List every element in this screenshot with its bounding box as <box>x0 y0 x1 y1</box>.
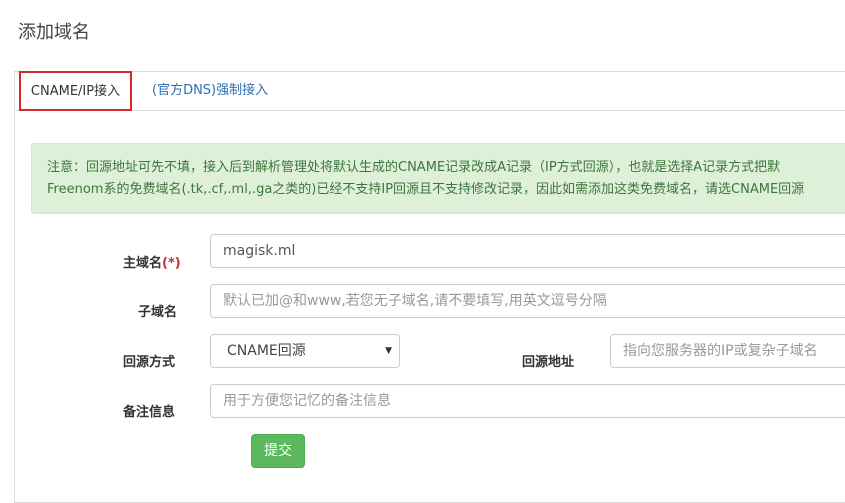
caret-down-icon: ▼ <box>385 346 392 356</box>
add-domain-panel: CNAME/IP接入 (官方DNS)强制接入 注意：回源地址可先不填，接入后到解… <box>14 71 845 503</box>
subdomain-input[interactable] <box>210 284 845 318</box>
main-domain-label: 主域名(*) <box>123 252 181 271</box>
origin-address-label: 回源地址 <box>522 355 575 370</box>
main-domain-label-text: 主域名 <box>123 256 163 271</box>
tab-cname-ip[interactable]: CNAME/IP接入 <box>19 71 132 111</box>
origin-address-input[interactable] <box>610 334 845 368</box>
notice-line-1: 注意：回源地址可先不填，接入后到解析管理处将默认生成的CNAME记录改成A记录（… <box>47 160 781 175</box>
notice-alert: 注意：回源地址可先不填，接入后到解析管理处将默认生成的CNAME记录改成A记录（… <box>31 143 845 214</box>
origin-mode-value: CNAME回源 <box>227 343 306 359</box>
remark-input[interactable] <box>210 384 845 418</box>
tab-bar: CNAME/IP接入 (官方DNS)强制接入 <box>15 71 845 111</box>
notice-line-2: Freenom系的免费域名(.tk,.cf,.ml,.ga之类的)已经不支持IP… <box>47 182 805 197</box>
origin-mode-label: 回源方式 <box>123 355 176 370</box>
origin-mode-select[interactable]: CNAME回源 ▼ <box>210 334 400 368</box>
main-domain-input[interactable] <box>210 234 845 268</box>
page-title: 添加域名 <box>18 22 90 43</box>
required-mark: (*) <box>162 256 181 271</box>
submit-button[interactable]: 提交 <box>251 434 305 468</box>
remark-label: 备注信息 <box>123 405 176 420</box>
tab-official-dns[interactable]: (官方DNS)强制接入 <box>152 72 268 110</box>
subdomain-label: 子域名 <box>138 305 178 320</box>
